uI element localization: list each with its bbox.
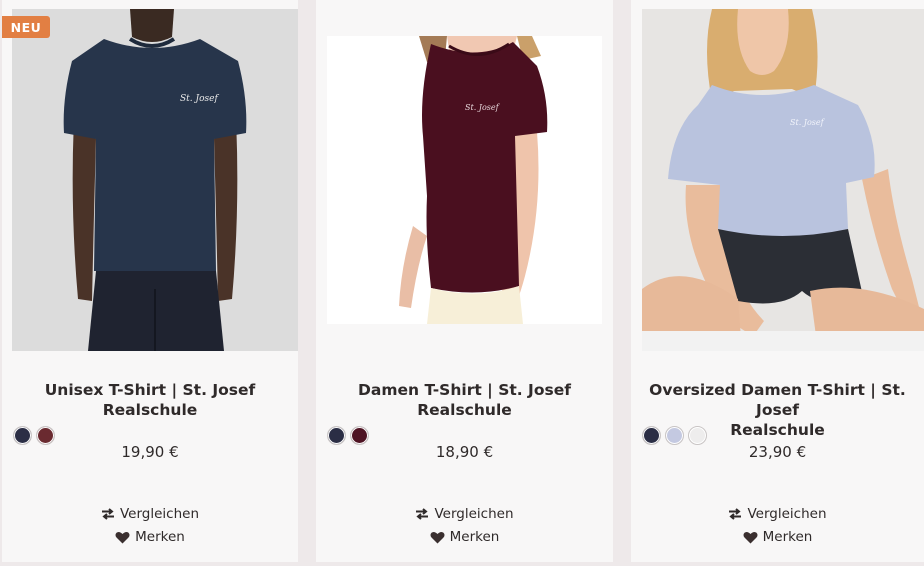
wishlist-label[interactable]: Merken: [763, 529, 813, 545]
product-image[interactable]: St. Josef: [327, 36, 602, 324]
product-price: 18,90 €: [435, 443, 494, 461]
wishlist-button[interactable]: Merken: [2, 529, 298, 545]
shirt-print-text: St. Josef: [180, 94, 219, 104]
product-card[interactable]: St. Josef NEU Unisex T-Shirt | St. Josef…: [2, 0, 298, 562]
product-price: 23,90 €: [748, 443, 807, 461]
compare-label[interactable]: Vergleichen: [434, 506, 513, 522]
compare-arrows-icon: [729, 508, 742, 520]
compare-button[interactable]: Vergleichen: [2, 506, 298, 522]
product-title[interactable]: Unisex T-Shirt | St. Josef Realschule: [2, 380, 298, 420]
product-price: 19,90 €: [121, 443, 179, 461]
heart-icon: [430, 531, 445, 543]
product-card[interactable]: St. Josef Damen T-Shirt | St. Josef Real…: [316, 0, 613, 562]
shirt-print-text: St. Josef: [465, 103, 501, 112]
product-title-line1[interactable]: Unisex T-Shirt | St. Josef: [8, 380, 292, 400]
compare-arrows-icon: [101, 508, 114, 520]
wishlist-label[interactable]: Merken: [450, 529, 500, 545]
product-title-line1[interactable]: Damen T-Shirt | St. Josef: [322, 380, 607, 400]
wishlist-button[interactable]: Merken: [316, 529, 613, 545]
compare-button[interactable]: Vergleichen: [631, 506, 924, 522]
compare-label[interactable]: Vergleichen: [747, 506, 826, 522]
new-badge: NEU: [2, 16, 50, 38]
product-title-line2[interactable]: Realschule: [8, 400, 292, 420]
product-image[interactable]: St. Josef: [12, 9, 298, 351]
wishlist-label[interactable]: Merken: [135, 529, 185, 545]
product-card[interactable]: St. Josef Oversized Damen T-Shirt | St. …: [631, 0, 924, 562]
compare-arrows-icon: [416, 508, 429, 520]
product-title-line2[interactable]: Realschule: [322, 400, 607, 420]
heart-icon: [743, 531, 758, 543]
compare-label[interactable]: Vergleichen: [120, 506, 199, 522]
heart-icon: [115, 531, 130, 543]
product-image[interactable]: St. Josef: [642, 9, 924, 351]
compare-button[interactable]: Vergleichen: [316, 506, 613, 522]
wishlist-button[interactable]: Merken: [631, 529, 924, 545]
product-title-line1[interactable]: Oversized Damen T-Shirt | St. Josef: [637, 380, 918, 420]
shirt-print-text: St. Josef: [790, 118, 826, 127]
product-title[interactable]: Damen T-Shirt | St. Josef Realschule: [316, 380, 613, 420]
